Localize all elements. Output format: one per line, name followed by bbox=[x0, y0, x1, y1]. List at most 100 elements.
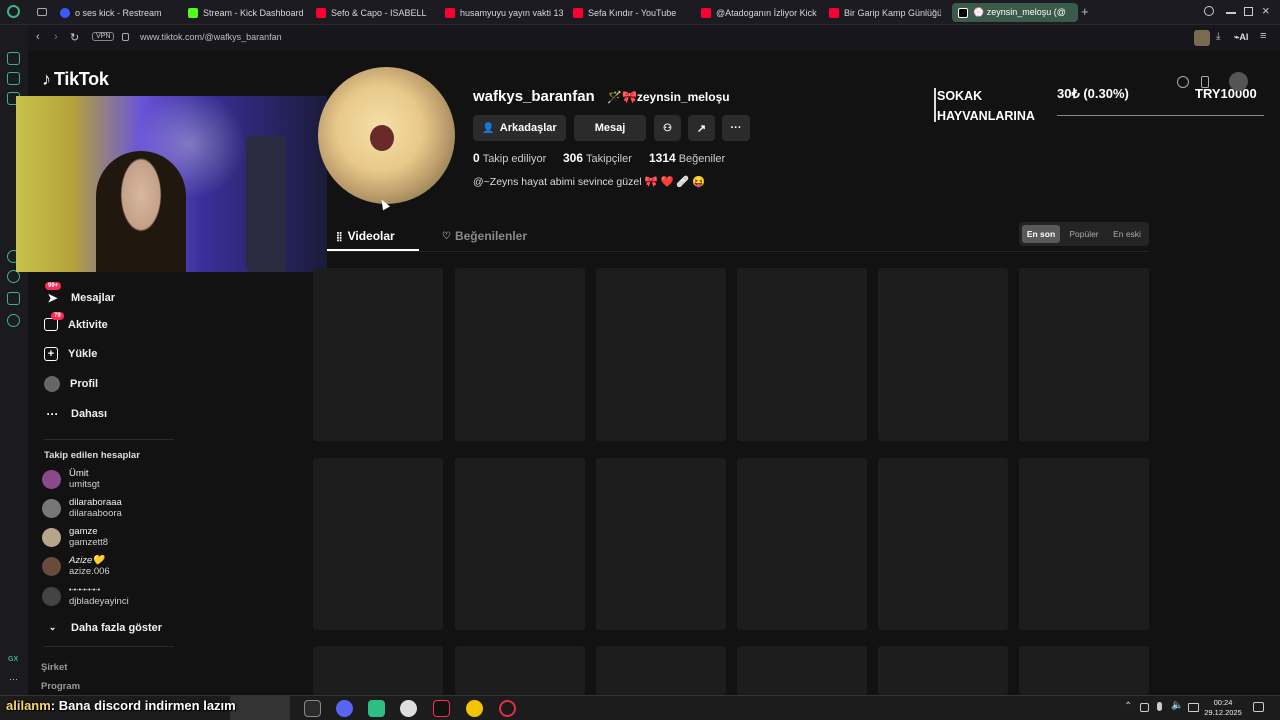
reload-icon[interactable]: ↻ bbox=[70, 31, 79, 44]
tray-app-icon[interactable] bbox=[1140, 703, 1149, 712]
stat-following[interactable]: 0 Takip ediliyor bbox=[473, 151, 546, 165]
message-button[interactable]: Mesaj bbox=[574, 115, 646, 141]
app-icon[interactable] bbox=[466, 700, 483, 717]
video-card[interactable] bbox=[313, 268, 443, 441]
video-card[interactable] bbox=[596, 268, 726, 441]
search-icon[interactable] bbox=[1204, 6, 1214, 16]
epic-games-icon[interactable] bbox=[304, 700, 321, 717]
following-item[interactable]: Azize💛 azize.006 bbox=[42, 555, 110, 577]
browser-tab[interactable]: Sefo & Capo - ISABELL bbox=[316, 3, 434, 22]
sidebar-app-icon[interactable] bbox=[7, 292, 20, 305]
url-field[interactable]: www.tiktok.com/@wafkys_baranfan bbox=[140, 32, 282, 42]
nav-item-profile[interactable]: Profil bbox=[44, 376, 98, 392]
tab-liked[interactable]: ♡ Beğenilenler bbox=[442, 229, 527, 243]
obs-icon[interactable] bbox=[400, 700, 417, 717]
video-card[interactable] bbox=[455, 268, 585, 441]
sort-popular-button[interactable]: Popüler bbox=[1063, 225, 1105, 243]
settings-gear-icon[interactable] bbox=[7, 314, 20, 327]
gx-icon[interactable]: GX bbox=[8, 656, 18, 663]
chat-overlay: alilanm: Bana discord indirmen lazım bbox=[6, 698, 236, 713]
sidebar-app-icon[interactable] bbox=[7, 72, 20, 85]
tabs-divider bbox=[327, 251, 1149, 252]
following-item[interactable]: dilaraboraaa dilaraaboora bbox=[42, 497, 122, 519]
browser-tab[interactable]: Bir Garip Kamp Günlüğü / bbox=[829, 3, 941, 22]
back-icon[interactable]: ‹ bbox=[36, 31, 40, 43]
donation-goal: TRY10000 bbox=[1195, 86, 1257, 101]
avatar[interactable] bbox=[1194, 30, 1210, 46]
following-item[interactable]: Ümit umitsgt bbox=[42, 468, 100, 490]
tab-favicon-icon bbox=[445, 7, 455, 18]
chat-app-icon[interactable] bbox=[368, 700, 385, 717]
share-button[interactable]: ↗ bbox=[688, 115, 715, 141]
vpn-badge[interactable]: VPN bbox=[92, 32, 115, 41]
video-card[interactable] bbox=[1019, 268, 1149, 441]
friends-button[interactable]: 👤 Arkadaşlar bbox=[473, 115, 566, 141]
compass-icon[interactable] bbox=[1177, 76, 1189, 88]
stat-likes: 1314 Beğeniler bbox=[649, 151, 726, 165]
profile-avatar[interactable] bbox=[318, 67, 455, 204]
sort-oldest-button[interactable]: En eski bbox=[1107, 225, 1147, 243]
browser-tab[interactable]: Stream - Kick Dashboard bbox=[188, 3, 306, 22]
footer-link[interactable]: Program bbox=[41, 681, 80, 692]
following-item[interactable]: gamze gamzett8 bbox=[42, 526, 108, 548]
nav-item-activity[interactable]: 79 Aktivite bbox=[44, 312, 108, 331]
browser-tab-active[interactable]: 💮 zeynsin_meloşu (@ bbox=[952, 3, 1078, 22]
volume-icon[interactable]: 🔈 bbox=[1171, 700, 1183, 711]
browser-tab[interactable]: Sefa Kındır - YouTube bbox=[573, 3, 691, 22]
close-icon[interactable]: × bbox=[1262, 3, 1270, 18]
video-card[interactable] bbox=[455, 458, 585, 630]
add-friend-button[interactable]: ⚇ bbox=[654, 115, 681, 141]
tiktok-icon[interactable] bbox=[433, 700, 450, 717]
microphone-icon[interactable] bbox=[1157, 702, 1162, 711]
video-card[interactable] bbox=[596, 646, 726, 695]
discord-icon[interactable] bbox=[336, 700, 353, 717]
video-card[interactable] bbox=[1019, 646, 1149, 695]
network-icon[interactable] bbox=[1188, 703, 1199, 712]
nav-item-messages[interactable]: ➤ 99+ Mesajlar bbox=[44, 282, 115, 306]
show-more-button[interactable]: ⌄ Daha fazla göster bbox=[44, 619, 162, 636]
sort-latest-button[interactable]: En son bbox=[1022, 225, 1060, 243]
tiktok-logo[interactable]: ♪ TikTok bbox=[42, 69, 109, 90]
phone-icon[interactable] bbox=[1201, 76, 1209, 88]
new-tab-button[interactable]: + bbox=[1081, 4, 1089, 19]
tab-favicon-icon bbox=[573, 7, 583, 18]
nav-item-upload[interactable]: + Yükle bbox=[44, 347, 97, 361]
ai-button[interactable]: ⌁AI bbox=[1234, 32, 1248, 43]
minimize-icon[interactable] bbox=[1226, 12, 1236, 14]
tab-favicon-icon bbox=[60, 7, 70, 18]
stat-followers[interactable]: 306 Takipçiler bbox=[563, 151, 632, 165]
footer-link[interactable]: Şirket bbox=[41, 662, 67, 673]
video-card[interactable] bbox=[596, 458, 726, 630]
video-card[interactable] bbox=[737, 458, 867, 630]
paper-plane-icon: ➤ 99+ bbox=[44, 282, 62, 306]
video-card[interactable] bbox=[878, 268, 1008, 441]
more-icon[interactable]: ··· bbox=[9, 674, 18, 684]
video-card[interactable] bbox=[737, 646, 867, 695]
video-card[interactable] bbox=[878, 458, 1008, 630]
maximize-icon[interactable] bbox=[1244, 7, 1253, 16]
notification-icon[interactable] bbox=[1253, 702, 1264, 712]
avatar[interactable] bbox=[1229, 72, 1248, 91]
browser-tab[interactable]: husamyuyu yayın vakti 13 bbox=[445, 3, 563, 22]
tray-chevron-icon[interactable]: ⌃ bbox=[1124, 701, 1132, 712]
more-options-button[interactable]: ··· bbox=[722, 115, 750, 141]
download-icon[interactable]: ⤓ bbox=[1216, 31, 1220, 42]
opera-gx-icon[interactable] bbox=[499, 700, 516, 717]
video-card[interactable] bbox=[313, 646, 443, 695]
video-card[interactable] bbox=[737, 268, 867, 441]
browser-tab[interactable]: o ses kick - Restream bbox=[60, 3, 178, 22]
video-card[interactable] bbox=[455, 646, 585, 695]
menu-icon[interactable]: ≡ bbox=[1260, 30, 1266, 42]
following-item[interactable]: •-•-•-•-•-•-• djbladeyayinci bbox=[42, 585, 129, 607]
video-card[interactable] bbox=[878, 646, 1008, 695]
browser-tab[interactable]: @Atadoganın İzliyor Kick bbox=[701, 3, 819, 22]
tab-videos[interactable]: ⣿ Videolar bbox=[336, 229, 395, 243]
video-card[interactable] bbox=[313, 458, 443, 630]
opera-logo-icon[interactable] bbox=[7, 5, 20, 18]
clock[interactable]: 00:24 29.12.2025 bbox=[1203, 698, 1243, 718]
sidebar-app-icon[interactable] bbox=[7, 52, 20, 65]
tab-menu-icon[interactable] bbox=[37, 8, 47, 16]
nav-item-more[interactable]: ··· Dahası bbox=[44, 405, 108, 422]
video-card[interactable] bbox=[1019, 458, 1149, 630]
forward-icon[interactable]: › bbox=[54, 31, 58, 43]
